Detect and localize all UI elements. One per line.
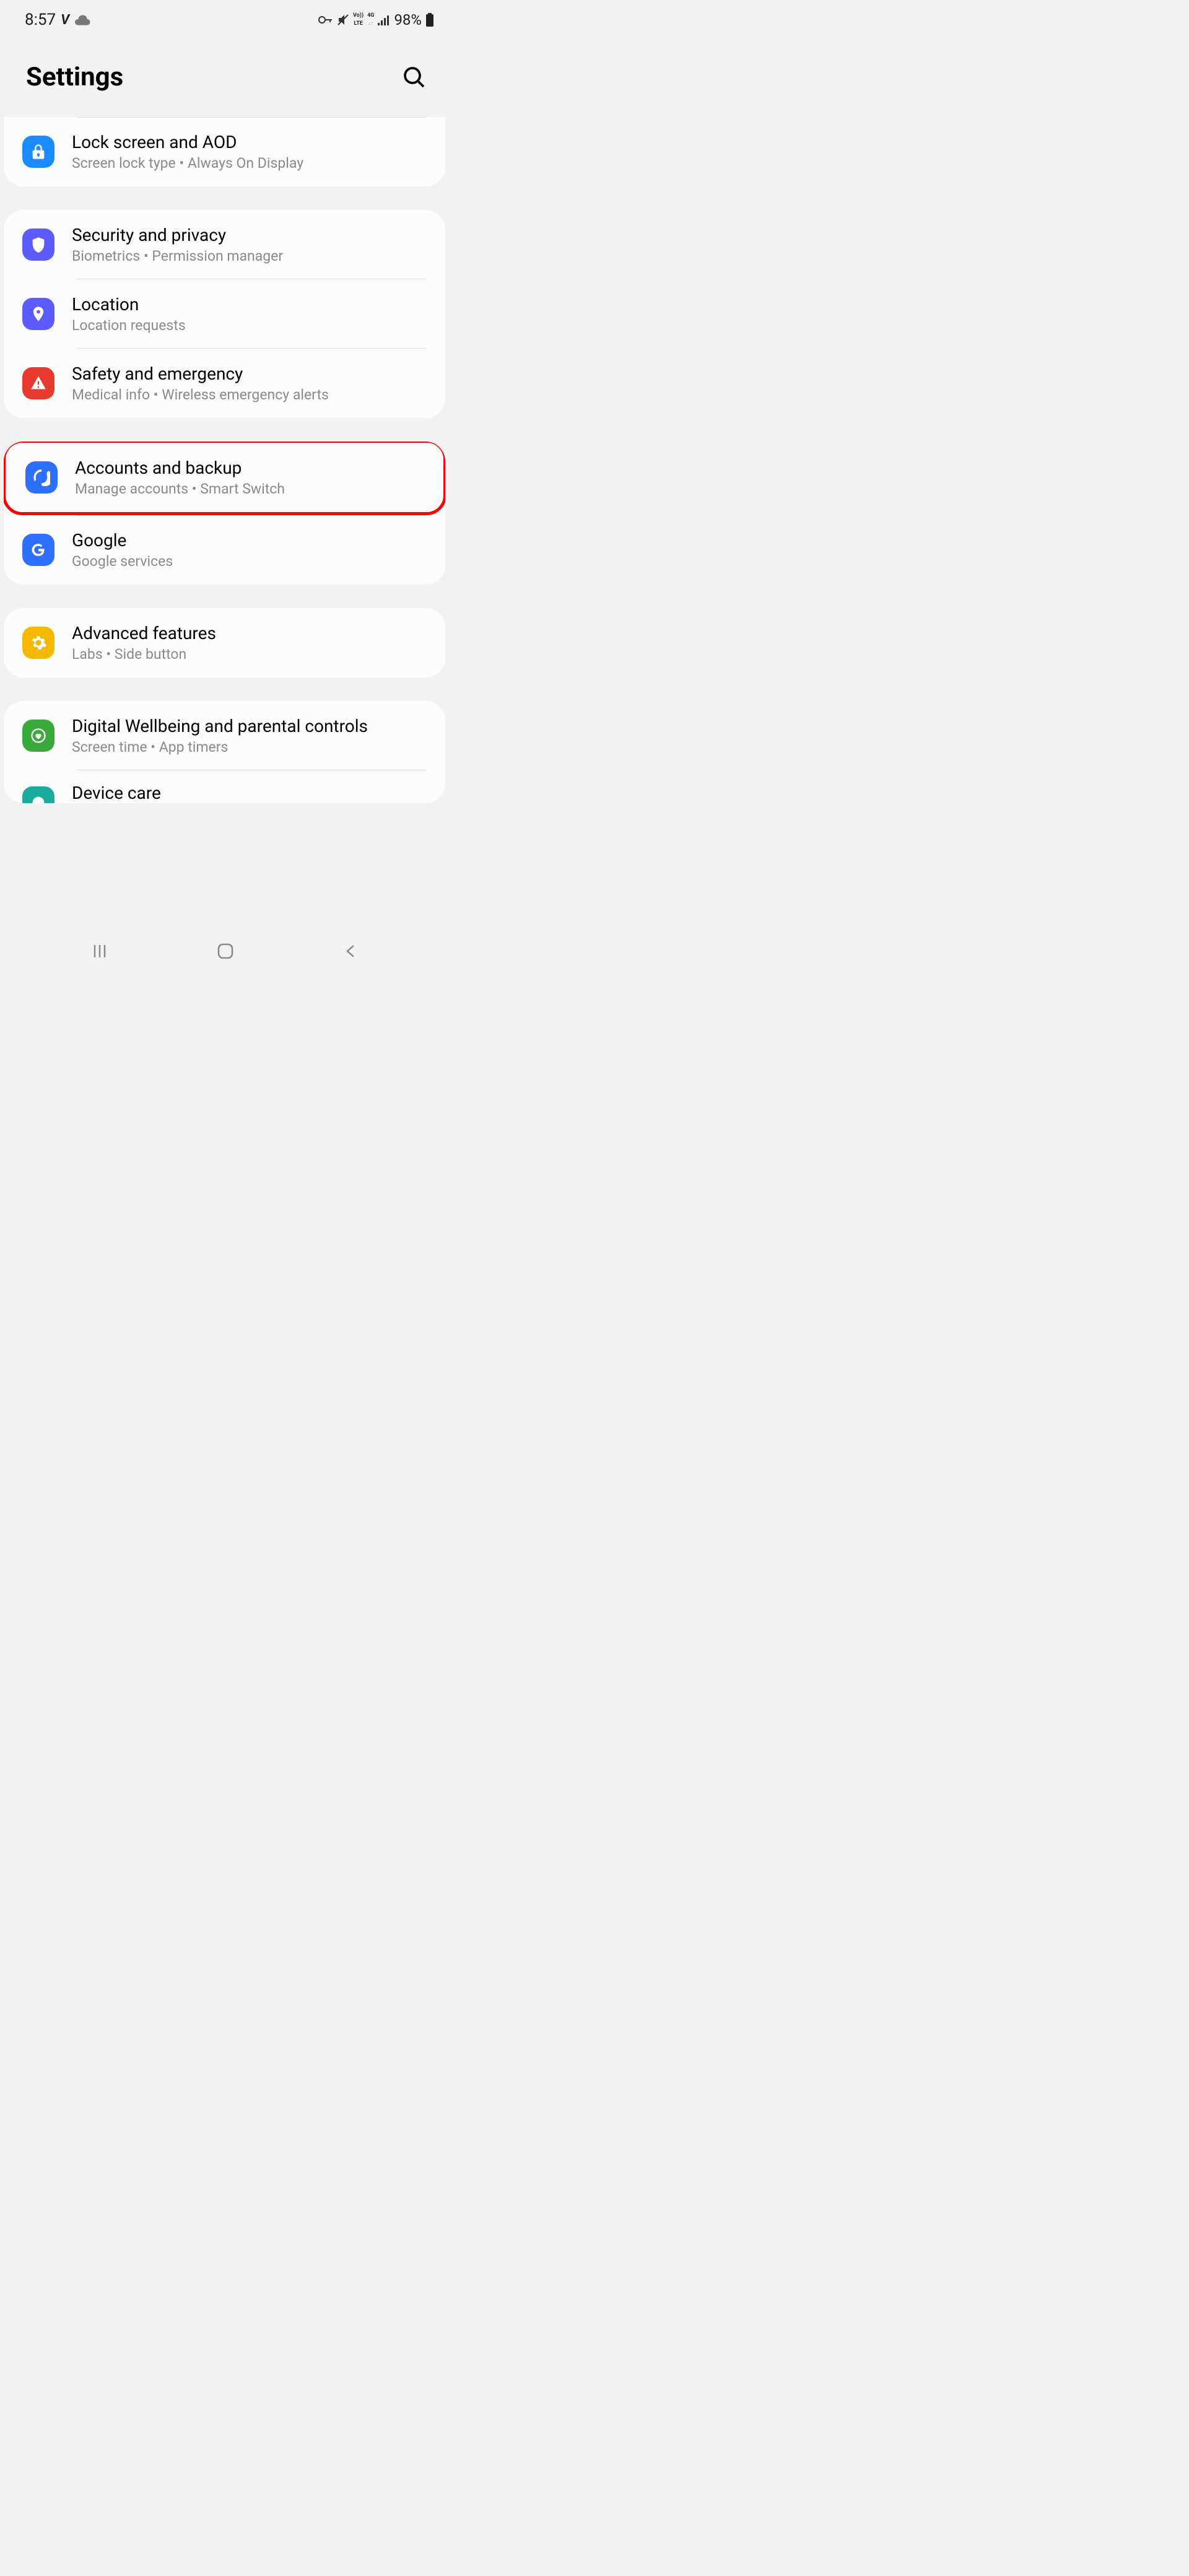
item-content: Advanced features Labs • Side button [72, 623, 427, 663]
item-subtitle: Screen time • App timers [72, 739, 427, 755]
settings-item-device-care[interactable]: Device care [4, 770, 445, 803]
item-title: Device care [72, 783, 427, 803]
alert-icon [22, 367, 54, 399]
status-right: Vo))LTE 4G↓↑ 98% [318, 11, 434, 28]
signal-icon [378, 14, 390, 25]
item-subtitle: Location requests [72, 317, 427, 334]
item-title: Lock screen and AOD [72, 132, 427, 152]
settings-group: Lock screen and AOD Screen lock type • A… [4, 117, 445, 186]
home-button[interactable] [216, 942, 235, 960]
volte-icon: Vo))LTE [353, 13, 364, 27]
item-title: Digital Wellbeing and parental controls [72, 716, 427, 736]
item-title: Security and privacy [72, 225, 427, 245]
item-subtitle: Manage accounts • Smart Switch [75, 481, 424, 497]
v-icon: V [61, 12, 69, 28]
recents-button[interactable] [92, 943, 108, 959]
settings-item-location[interactable]: Location Location requests [4, 279, 445, 349]
nav-bar [0, 929, 449, 973]
4g-icon: 4G↓↑ [367, 13, 374, 27]
status-bar: 8:57 V Vo))LTE 4G↓↑ 98% [0, 0, 449, 37]
battery-percent: 98% [394, 11, 422, 28]
mute-icon [337, 14, 349, 26]
item-title: Safety and emergency [72, 363, 427, 384]
lock-icon [22, 136, 54, 168]
settings-group: Security and privacy Biometrics • Permis… [4, 210, 445, 418]
shield-icon [22, 228, 54, 261]
item-subtitle: Google services [72, 553, 427, 570]
battery-icon [425, 13, 434, 27]
settings-item-security[interactable]: Security and privacy Biometrics • Permis… [4, 210, 445, 279]
item-title: Accounts and backup [75, 458, 424, 478]
item-subtitle: Screen lock type • Always On Display [72, 155, 427, 172]
status-left: 8:57 V [25, 11, 90, 29]
settings-group: Digital Wellbeing and parental controls … [4, 701, 445, 803]
back-button[interactable] [343, 944, 358, 959]
search-icon[interactable] [403, 66, 425, 89]
item-content: Security and privacy Biometrics • Permis… [72, 225, 427, 264]
settings-item-safety[interactable]: Safety and emergency Medical info • Wire… [4, 349, 445, 418]
status-time: 8:57 [25, 11, 56, 29]
item-content: Google Google services [72, 530, 427, 570]
item-subtitle: Labs • Side button [72, 646, 427, 663]
settings-item-advanced[interactable]: Advanced features Labs • Side button [4, 608, 445, 677]
settings-item-accounts[interactable]: Accounts and backup Manage accounts • Sm… [6, 443, 443, 512]
cloud-icon [74, 14, 90, 25]
page-title: Settings [26, 62, 123, 92]
sync-icon [25, 461, 58, 494]
item-subtitle: Biometrics • Permission manager [72, 248, 427, 264]
item-content: Safety and emergency Medical info • Wire… [72, 363, 427, 403]
settings-group: Advanced features Labs • Side button [4, 608, 445, 677]
header: Settings [0, 37, 449, 117]
item-title: Location [72, 294, 427, 315]
device-icon [22, 786, 54, 804]
item-title: Google [72, 530, 427, 550]
item-subtitle: Medical info • Wireless emergency alerts [72, 386, 427, 403]
item-content: Location Location requests [72, 294, 427, 334]
item-title: Advanced features [72, 623, 427, 643]
google-icon [22, 534, 54, 566]
item-content: Device care [72, 783, 427, 803]
highlight-annotation: Accounts and backup Manage accounts • Sm… [4, 442, 445, 515]
gear-icon [22, 627, 54, 659]
settings-item-lock-screen[interactable]: Lock screen and AOD Screen lock type • A… [4, 117, 445, 186]
item-content: Accounts and backup Manage accounts • Sm… [75, 458, 424, 497]
settings-group: Accounts and backup Manage accounts • Sm… [4, 442, 445, 585]
heart-circle-icon [22, 720, 54, 752]
settings-item-wellbeing[interactable]: Digital Wellbeing and parental controls … [4, 701, 445, 770]
item-content: Digital Wellbeing and parental controls … [72, 716, 427, 755]
settings-item-google[interactable]: Google Google services [4, 515, 445, 585]
item-content: Lock screen and AOD Screen lock type • A… [72, 132, 427, 172]
pin-icon [22, 298, 54, 330]
key-icon [318, 15, 333, 25]
